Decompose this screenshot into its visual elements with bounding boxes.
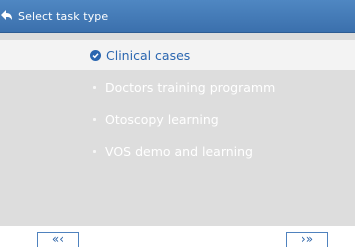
- list-item-label: Doctors training programm: [105, 79, 276, 95]
- back-arrow-icon[interactable]: [0, 7, 18, 25]
- list-item-label: Otoscopy learning: [105, 111, 219, 127]
- title-bar: Select task type: [0, 0, 355, 33]
- list-item-label: VOS demo and learning: [105, 143, 253, 159]
- footer-nav: «‹ ›»: [0, 226, 355, 247]
- checkmark-circle-icon: [90, 49, 101, 61]
- list-item-otoscopy-learning[interactable]: Otoscopy learning: [90, 108, 219, 130]
- task-type-list: Clinical cases Doctors training programm…: [0, 33, 355, 226]
- bullet-dot-icon: [90, 115, 99, 124]
- page-title: Select task type: [18, 9, 109, 23]
- list-item-label: Clinical cases: [106, 47, 191, 63]
- list-item-vos-demo[interactable]: VOS demo and learning: [90, 140, 253, 162]
- bullet-dot-icon: [90, 147, 99, 156]
- list-item-clinical-cases[interactable]: Clinical cases: [90, 44, 190, 66]
- previous-page-button[interactable]: «‹: [37, 232, 79, 247]
- bullet-dot-icon: [90, 83, 99, 92]
- list-item-doctors-training[interactable]: Doctors training programm: [90, 76, 275, 98]
- next-page-button[interactable]: ›»: [286, 232, 328, 247]
